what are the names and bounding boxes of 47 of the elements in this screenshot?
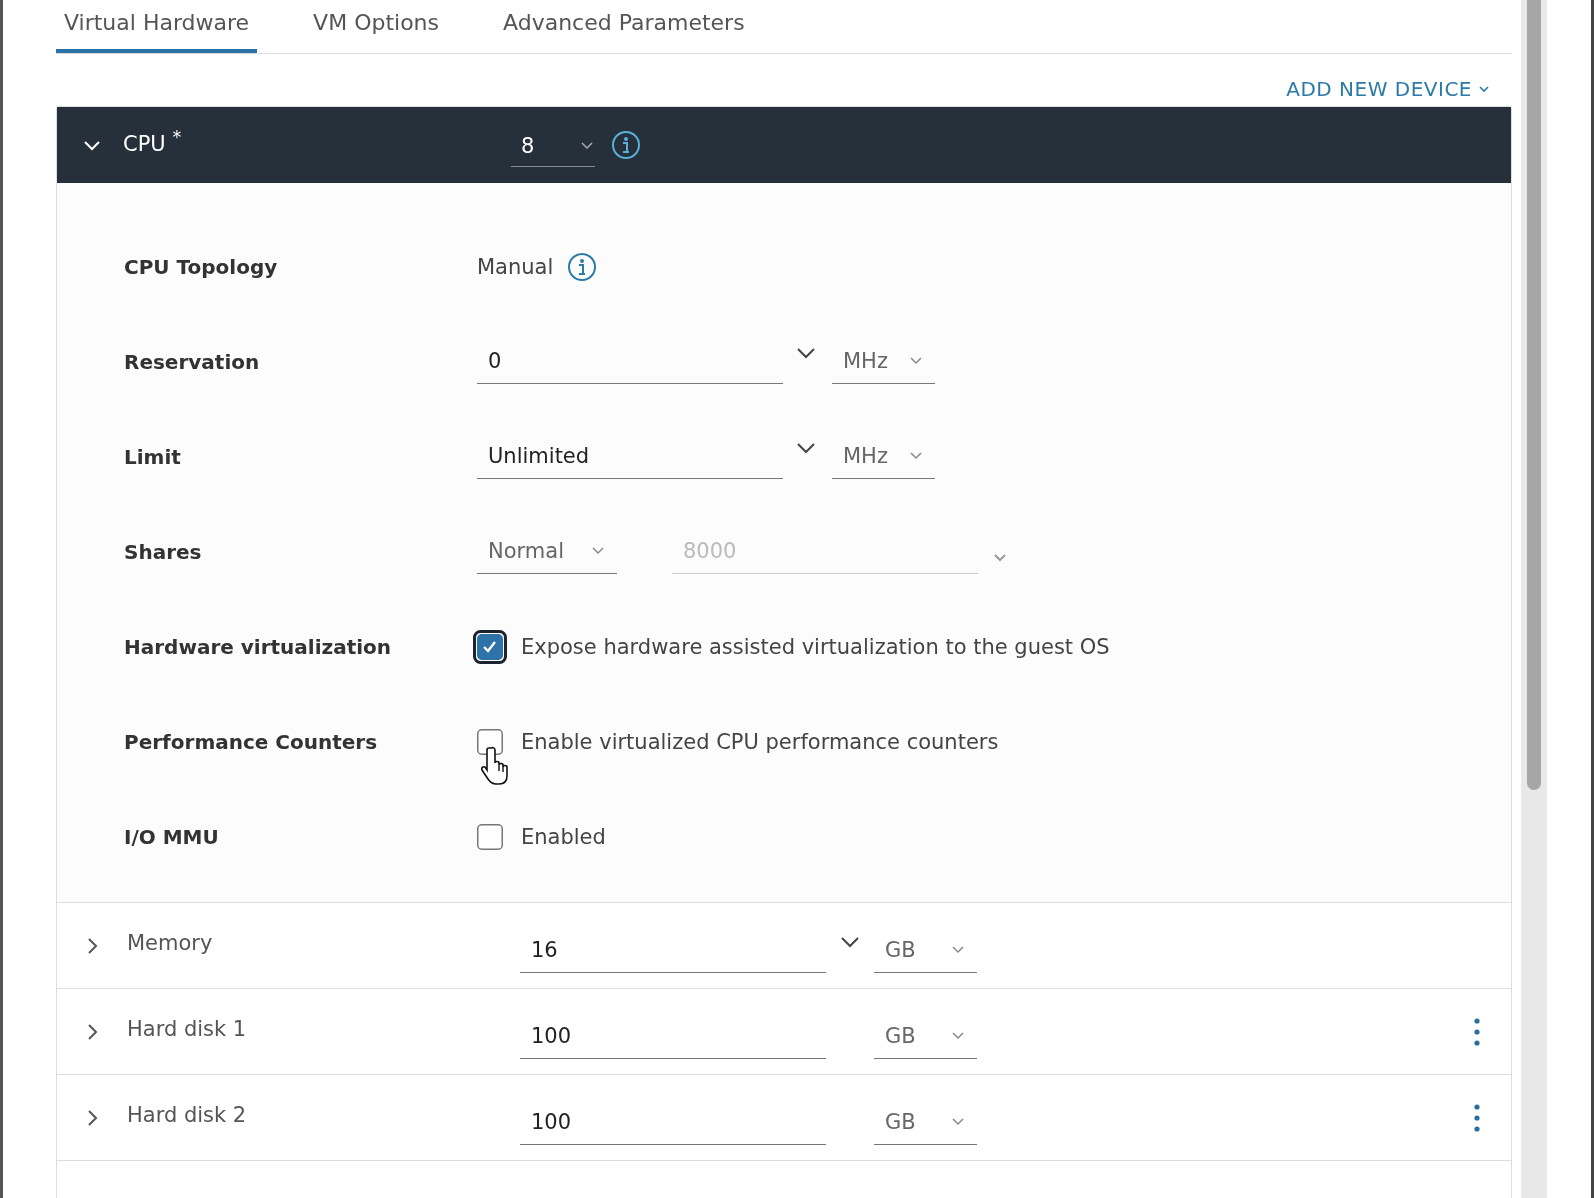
unit-select[interactable]: MHz [832, 434, 935, 479]
caret-icon[interactable] [839, 934, 861, 949]
caret-icon[interactable] [795, 440, 817, 455]
device-label: Hard disk 1 [127, 1016, 248, 1041]
checkbox-label: Enabled [521, 824, 606, 849]
info-icon[interactable] [567, 251, 598, 282]
setting-label: Performance Counters [124, 729, 379, 754]
input-field[interactable]: 0 [477, 339, 783, 384]
caret-icon [950, 945, 966, 955]
unit-select[interactable]: GB [874, 1014, 977, 1059]
caret-icon [590, 546, 606, 556]
input-field[interactable]: 100 [520, 1100, 826, 1145]
device-label: Hard disk 2 [127, 1102, 248, 1127]
caret-icon [1478, 85, 1490, 93]
caret-icon [950, 1031, 966, 1041]
caret-icon [908, 451, 924, 461]
device-label: Memory [127, 930, 214, 955]
setting-label: Shares [124, 539, 203, 564]
caret-icon [579, 140, 595, 151]
setting-label: Limit [124, 444, 182, 469]
more-options-icon[interactable] [1473, 1102, 1481, 1133]
tab[interactable]: Virtual Hardware [56, 0, 258, 53]
scrollbar-thumb[interactable] [1527, 0, 1541, 790]
caret-icon [908, 356, 924, 366]
cpu-label: CPU $^{*}$ [123, 126, 183, 156]
checkbox-label: Expose hardware assisted virtualization to the guest OS [521, 634, 1110, 659]
checkbox[interactable] [473, 629, 507, 664]
checkbox-label: Enable virtualized CPU performance counters [521, 729, 999, 754]
tab[interactable]: VM Options [305, 0, 448, 53]
setting-label: Reservation [124, 349, 261, 374]
setting-label: Hardware virtualization [124, 634, 393, 659]
unit-select[interactable]: GB [874, 928, 977, 973]
caret-icon[interactable] [795, 345, 817, 360]
info-icon[interactable] [611, 130, 641, 160]
cpu-count-select[interactable]: 8 [511, 129, 595, 167]
more-options-icon[interactable] [1473, 1016, 1481, 1047]
input-field[interactable]: 100 [520, 1014, 826, 1059]
topology-value: Manual [477, 254, 554, 279]
tab[interactable]: Advanced Parameters [495, 0, 753, 53]
add-new-device-button[interactable]: ADD NEW DEVICE [1286, 72, 1490, 106]
input-field[interactable]: Unlimited [477, 434, 783, 479]
setting-label: I/O MMU [124, 824, 220, 849]
caret-icon [950, 1117, 966, 1127]
unit-select[interactable]: MHz [832, 339, 935, 384]
input-field[interactable]: 16 [520, 928, 826, 973]
unit-select[interactable]: GB [874, 1100, 977, 1145]
setting-label: CPU Topology [124, 254, 279, 279]
